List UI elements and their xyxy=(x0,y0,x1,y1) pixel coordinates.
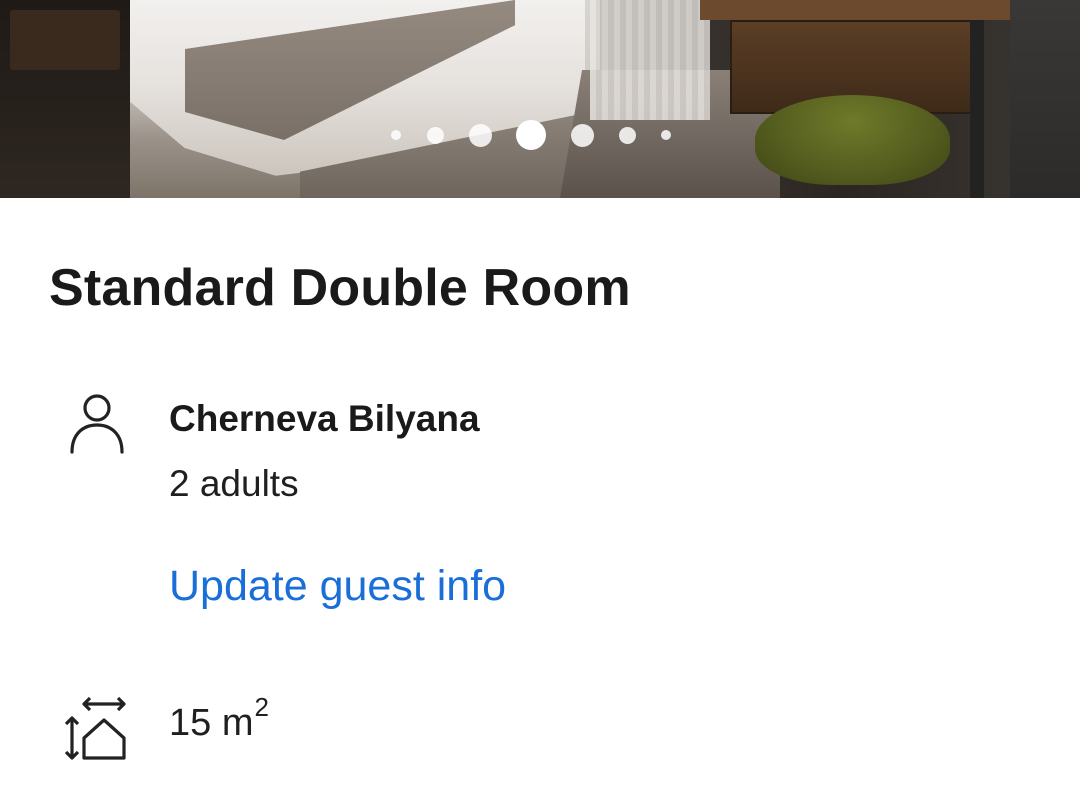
photo-nightstand xyxy=(10,10,120,70)
gallery-pagination[interactable] xyxy=(0,119,1080,151)
guest-name: Cherneva Bilyana xyxy=(169,398,480,439)
gallery-dot[interactable] xyxy=(618,126,636,144)
gallery-dot-active[interactable] xyxy=(516,120,546,150)
photo-wall-right xyxy=(1010,0,1080,198)
photo-curtain xyxy=(590,0,710,120)
gallery-dot[interactable] xyxy=(391,130,401,140)
room-size-icon xyxy=(64,696,126,760)
gallery-dot[interactable] xyxy=(570,123,594,147)
room-size: 15 m2 xyxy=(169,692,269,745)
room-title: Standard Double Room xyxy=(49,259,631,317)
photo-desk xyxy=(700,0,1050,20)
guest-count: 2 adults xyxy=(169,463,299,504)
room-size-unit-exponent: 2 xyxy=(254,692,269,722)
person-icon xyxy=(70,394,124,454)
gallery-dot[interactable] xyxy=(468,123,492,147)
photo-desk-leg xyxy=(970,20,984,198)
gallery-dot[interactable] xyxy=(661,130,671,140)
room-photo[interactable] xyxy=(0,0,1080,198)
update-guest-info-link[interactable]: Update guest info xyxy=(169,562,506,611)
gallery-dot[interactable] xyxy=(426,126,444,144)
room-size-value: 15 m xyxy=(169,702,254,744)
